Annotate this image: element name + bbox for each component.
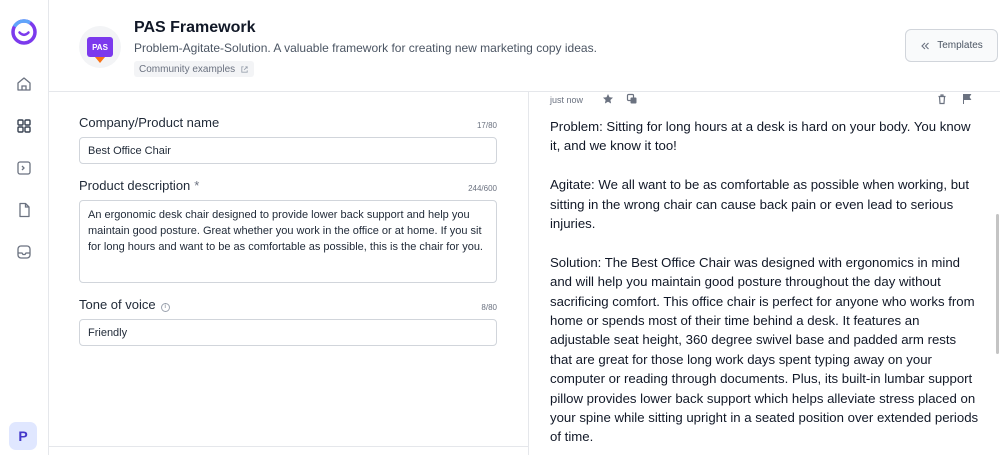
- app-logo-icon[interactable]: [10, 18, 38, 46]
- company-char-count: 17/80: [476, 121, 497, 130]
- sidebar: P: [0, 0, 49, 455]
- tone-input[interactable]: Friendly: [79, 319, 497, 346]
- generated-copy: Problem: Sitting for long hours at a des…: [550, 117, 980, 466]
- form-footer-divider: [49, 446, 529, 447]
- copy-icon[interactable]: [626, 93, 638, 105]
- paragraph-problem: Problem: Sitting for long hours at a des…: [550, 119, 971, 154]
- description-textarea[interactable]: An ergonomic desk chair designed to prov…: [79, 200, 497, 283]
- star-icon[interactable]: [602, 93, 614, 105]
- chevrons-left-icon: [921, 42, 930, 49]
- company-input[interactable]: Best Office Chair: [79, 137, 497, 164]
- flag-icon[interactable]: [961, 93, 973, 105]
- company-label: Company/Product name: [79, 115, 220, 130]
- page-title: PAS Framework: [134, 19, 256, 36]
- grid-icon[interactable]: [15, 117, 33, 135]
- external-link-icon: [241, 65, 248, 73]
- description-label: Product description *: [79, 178, 199, 193]
- templates-button[interactable]: Templates: [905, 29, 998, 62]
- inbox-icon[interactable]: [15, 243, 33, 261]
- paragraph-solution: Solution: The Best Office Chair was desi…: [550, 254, 979, 445]
- terminal-icon[interactable]: [15, 159, 33, 177]
- avatar[interactable]: P: [9, 422, 37, 450]
- pas-badge: PAS: [87, 37, 113, 57]
- home-icon[interactable]: [15, 75, 33, 93]
- tone-input-value: Friendly: [88, 326, 128, 339]
- community-examples-link[interactable]: Community examples: [134, 61, 255, 77]
- description-char-count: 244/600: [468, 184, 497, 193]
- info-icon[interactable]: i: [160, 303, 170, 312]
- tone-label: Tone of voice i: [79, 297, 170, 312]
- output-panel: just now Problem: Sitting for long hours…: [529, 92, 1000, 455]
- tone-char-count: 8/80: [481, 303, 497, 312]
- description-textarea-value: An ergonomic desk chair designed to prov…: [88, 209, 483, 253]
- company-input-value: Best Office Chair: [88, 144, 171, 157]
- output-scrollbar[interactable]: [996, 214, 999, 354]
- trash-icon[interactable]: [936, 93, 948, 105]
- template-icon: PAS: [79, 26, 121, 68]
- document-icon[interactable]: [15, 201, 33, 219]
- output-timestamp: just now: [550, 95, 584, 105]
- input-form: Company/Product name 17/80 Best Office C…: [49, 92, 529, 455]
- page-header: PAS PAS Framework Problem-Agitate-Soluti…: [49, 0, 1000, 92]
- description-label-text: Product description: [79, 178, 191, 193]
- required-marker: *: [194, 178, 200, 193]
- community-examples-label: Community examples: [139, 63, 236, 75]
- paragraph-agitate: Agitate: We all want to be as comfortabl…: [550, 177, 970, 232]
- tone-label-text: Tone of voice: [79, 297, 156, 312]
- page-subtitle: Problem-Agitate-Solution. A valuable fra…: [134, 41, 597, 55]
- templates-label: Templates: [937, 40, 983, 51]
